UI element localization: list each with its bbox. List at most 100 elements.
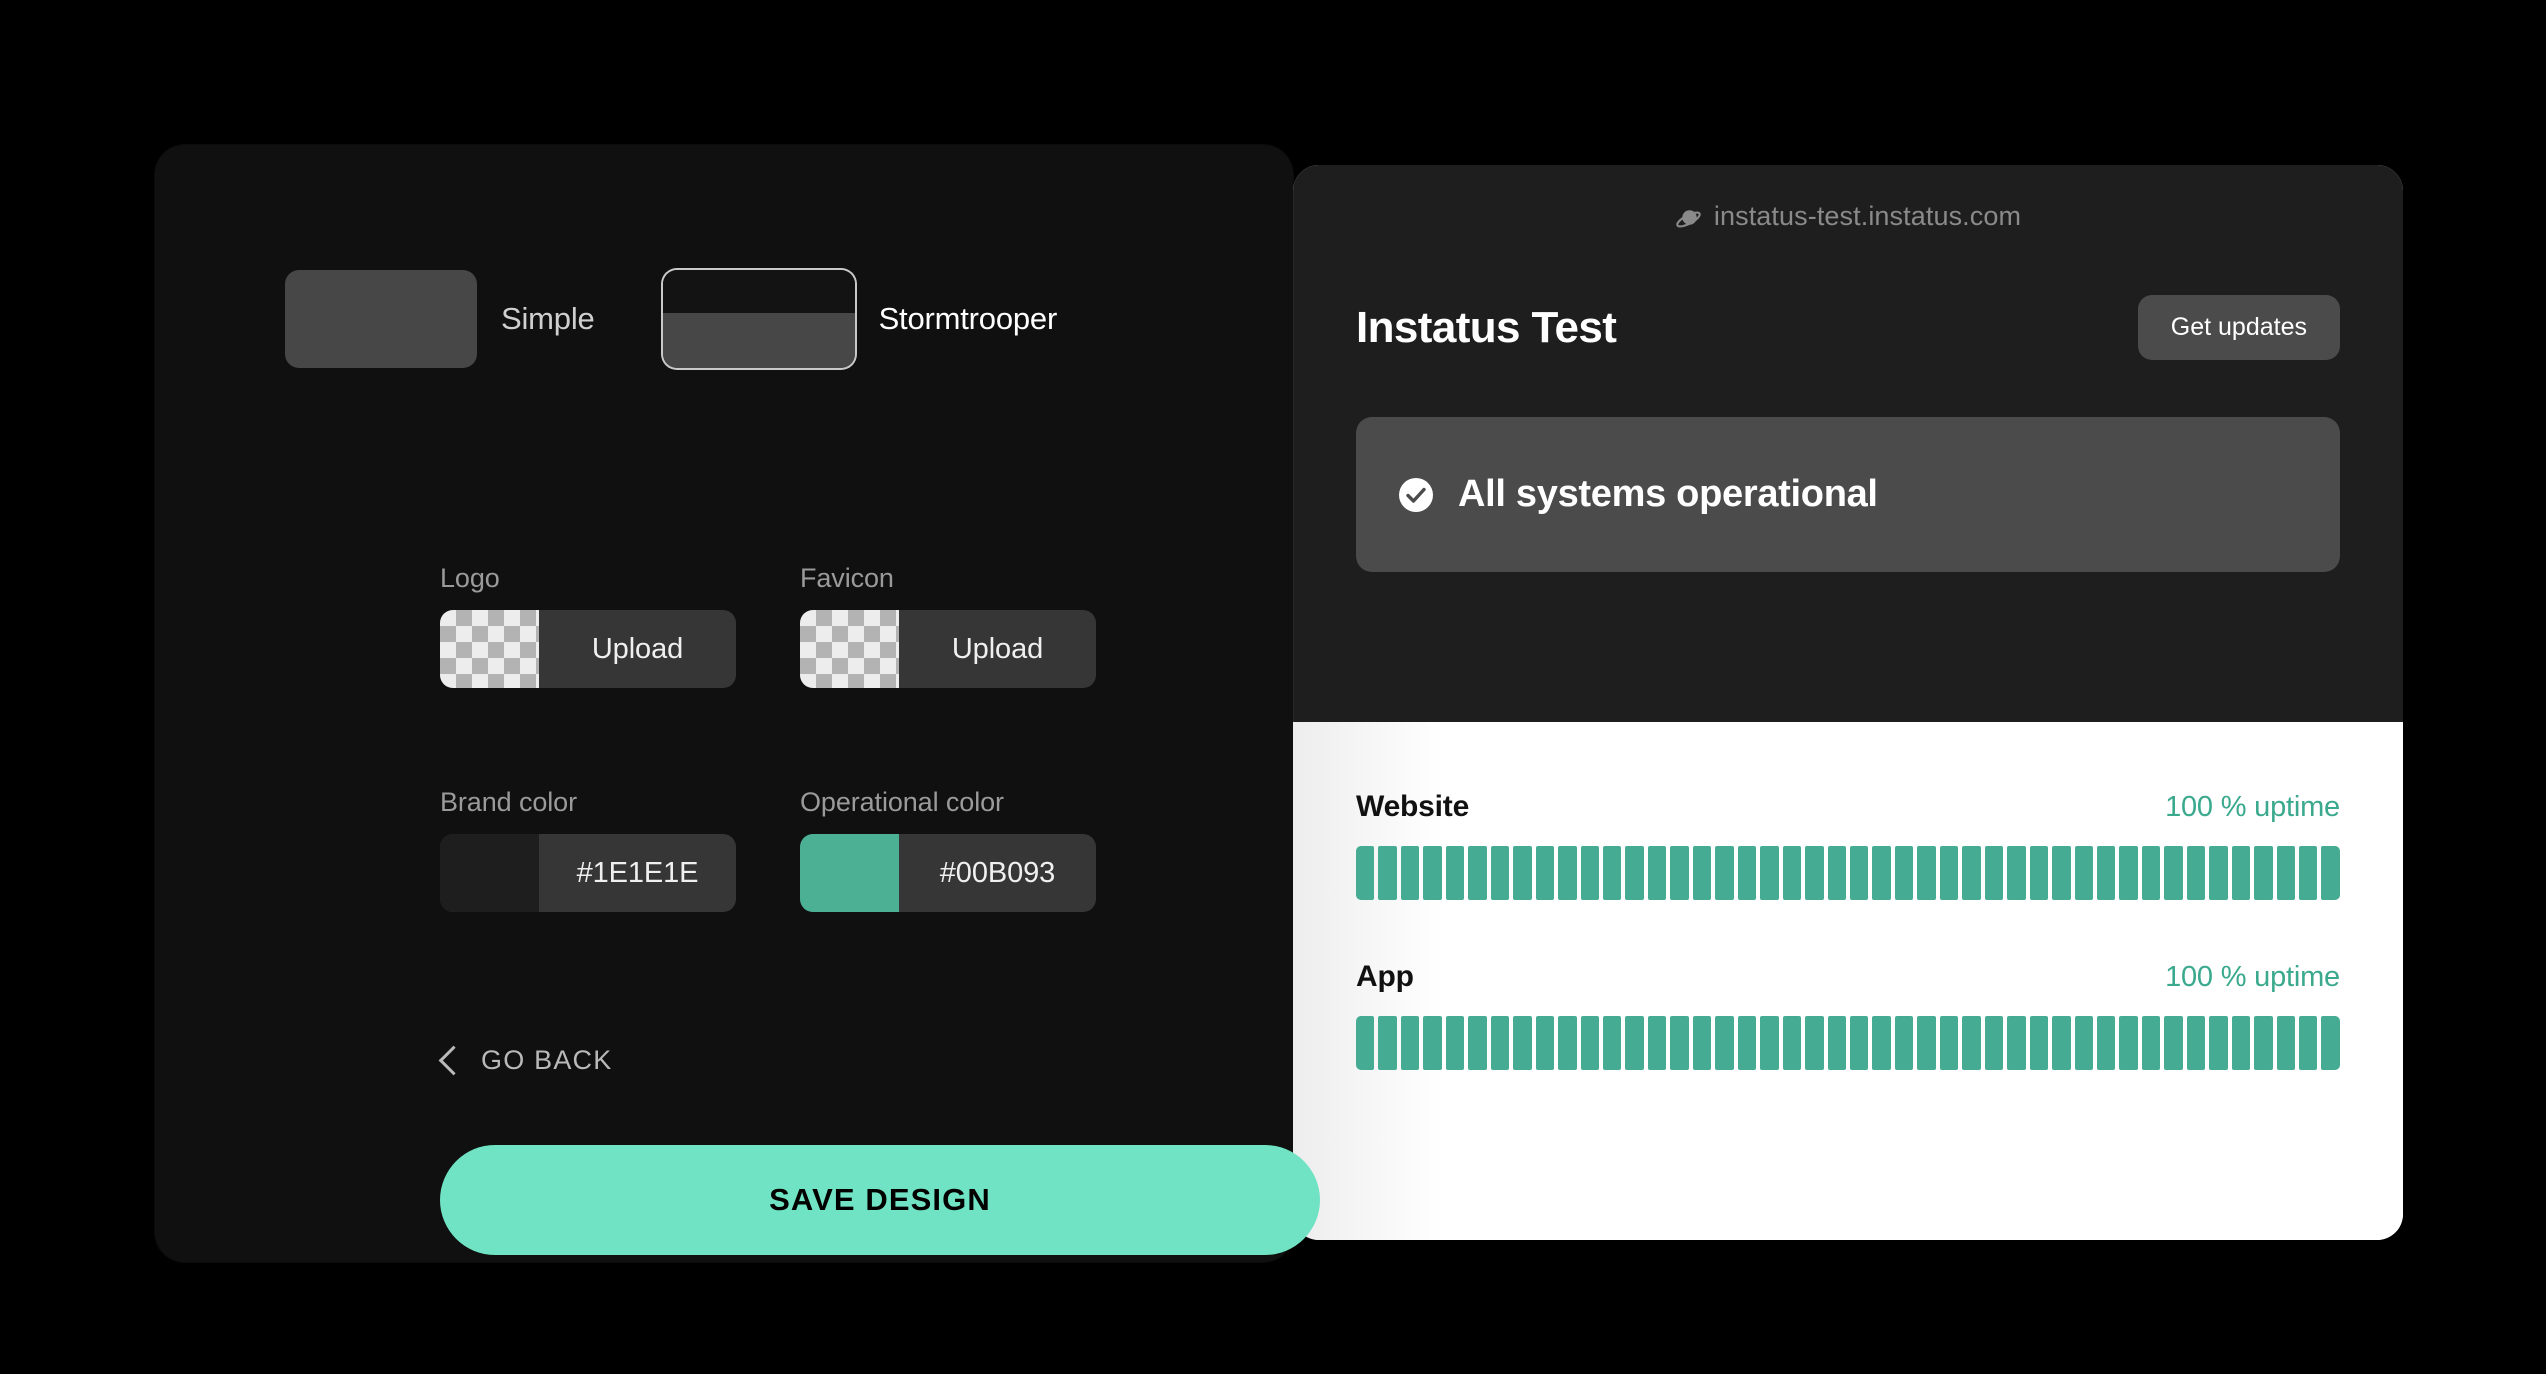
uptime-tick[interactable] <box>2231 1016 2251 1070</box>
uptime-tick[interactable] <box>1984 1016 2004 1070</box>
uptime-tick[interactable] <box>2052 846 2071 900</box>
uptime-tick[interactable] <box>1558 846 1577 900</box>
uptime-tick[interactable] <box>1692 1016 1712 1070</box>
uptime-tick[interactable] <box>1445 1016 1465 1070</box>
uptime-tick[interactable] <box>2074 1016 2093 1070</box>
uptime-tick[interactable] <box>1782 1016 1802 1070</box>
uptime-tick[interactable] <box>1760 1016 1779 1070</box>
uptime-tick[interactable] <box>2119 846 2138 900</box>
uptime-tick[interactable] <box>2029 1016 2049 1070</box>
uptime-tick[interactable] <box>1445 846 1465 900</box>
uptime-tick[interactable] <box>1558 1016 1577 1070</box>
uptime-tick[interactable] <box>1917 1016 1936 1070</box>
uptime-tick[interactable] <box>2299 846 2318 900</box>
logo-upload-button[interactable]: Upload <box>440 610 736 688</box>
uptime-bar-chart[interactable] <box>1356 846 2340 900</box>
uptime-tick[interactable] <box>1356 846 1375 900</box>
uptime-tick[interactable] <box>2231 846 2251 900</box>
uptime-tick[interactable] <box>2321 1016 2340 1070</box>
uptime-tick[interactable] <box>1625 846 1644 900</box>
uptime-tick[interactable] <box>2007 1016 2026 1070</box>
uptime-tick[interactable] <box>1535 1016 1555 1070</box>
uptime-tick[interactable] <box>1827 1016 1846 1070</box>
uptime-tick[interactable] <box>2299 1016 2318 1070</box>
uptime-tick[interactable] <box>2254 1016 2273 1070</box>
uptime-tick[interactable] <box>1647 1016 1667 1070</box>
uptime-tick[interactable] <box>1400 846 1420 900</box>
uptime-tick[interactable] <box>1670 1016 1689 1070</box>
uptime-tick[interactable] <box>1625 1016 1644 1070</box>
brand-color-input[interactable]: #1E1E1E <box>440 834 736 912</box>
uptime-tick[interactable] <box>1849 1016 1869 1070</box>
uptime-tick[interactable] <box>1468 846 1487 900</box>
uptime-tick[interactable] <box>1894 1016 1914 1070</box>
uptime-tick[interactable] <box>1760 846 1779 900</box>
uptime-tick[interactable] <box>2052 1016 2071 1070</box>
uptime-bar-chart[interactable] <box>1356 1016 2340 1070</box>
uptime-tick[interactable] <box>2276 846 2296 900</box>
uptime-tick[interactable] <box>2321 846 2340 900</box>
uptime-tick[interactable] <box>2074 846 2093 900</box>
uptime-tick[interactable] <box>1939 846 1959 900</box>
uptime-tick[interactable] <box>1490 1016 1510 1070</box>
uptime-tick[interactable] <box>2007 846 2026 900</box>
uptime-tick[interactable] <box>2096 846 2116 900</box>
uptime-tick[interactable] <box>2186 846 2206 900</box>
uptime-tick[interactable] <box>1849 846 1869 900</box>
operational-color-swatch[interactable] <box>800 834 899 912</box>
uptime-tick[interactable] <box>1805 846 1824 900</box>
uptime-tick[interactable] <box>1468 1016 1487 1070</box>
uptime-tick[interactable] <box>1894 846 1914 900</box>
uptime-tick[interactable] <box>1602 1016 1622 1070</box>
uptime-tick[interactable] <box>2209 846 2228 900</box>
uptime-tick[interactable] <box>2141 1016 2161 1070</box>
brand-color-swatch[interactable] <box>440 834 539 912</box>
theme-option-stormtrooper[interactable]: Stormtrooper <box>662 270 1057 368</box>
uptime-tick[interactable] <box>2029 846 2049 900</box>
uptime-tick[interactable] <box>1737 1016 1757 1070</box>
get-updates-button[interactable]: Get updates <box>2137 295 2340 360</box>
uptime-tick[interactable] <box>1984 846 2004 900</box>
uptime-tick[interactable] <box>1962 1016 1981 1070</box>
brand-color-value[interactable]: #1E1E1E <box>539 834 736 912</box>
uptime-tick[interactable] <box>2119 1016 2138 1070</box>
uptime-tick[interactable] <box>1805 1016 1824 1070</box>
uptime-tick[interactable] <box>1580 846 1599 900</box>
uptime-tick[interactable] <box>1378 846 1397 900</box>
go-back-link[interactable]: GO BACK <box>438 1045 612 1076</box>
uptime-tick[interactable] <box>1423 1016 1442 1070</box>
uptime-tick[interactable] <box>2186 1016 2206 1070</box>
uptime-tick[interactable] <box>2141 846 2161 900</box>
uptime-tick[interactable] <box>2164 1016 2183 1070</box>
uptime-tick[interactable] <box>2096 1016 2116 1070</box>
uptime-tick[interactable] <box>1400 1016 1420 1070</box>
uptime-tick[interactable] <box>1962 846 1981 900</box>
theme-option-simple[interactable]: Simple <box>285 270 595 368</box>
uptime-tick[interactable] <box>2164 846 2183 900</box>
uptime-tick[interactable] <box>1670 846 1689 900</box>
uptime-tick[interactable] <box>1939 1016 1959 1070</box>
uptime-tick[interactable] <box>1490 846 1510 900</box>
uptime-tick[interactable] <box>1872 1016 1891 1070</box>
uptime-tick[interactable] <box>1782 846 1802 900</box>
uptime-tick[interactable] <box>2254 846 2273 900</box>
uptime-tick[interactable] <box>1513 1016 1532 1070</box>
uptime-tick[interactable] <box>1513 846 1532 900</box>
operational-color-value[interactable]: #00B093 <box>899 834 1096 912</box>
save-design-button[interactable]: SAVE DESIGN <box>440 1145 1320 1255</box>
uptime-tick[interactable] <box>2209 1016 2228 1070</box>
uptime-tick[interactable] <box>1535 846 1555 900</box>
uptime-tick[interactable] <box>1602 846 1622 900</box>
uptime-tick[interactable] <box>1872 846 1891 900</box>
uptime-tick[interactable] <box>1737 846 1757 900</box>
uptime-tick[interactable] <box>2276 1016 2296 1070</box>
uptime-tick[interactable] <box>1423 846 1442 900</box>
uptime-tick[interactable] <box>1715 846 1734 900</box>
uptime-tick[interactable] <box>1692 846 1712 900</box>
uptime-tick[interactable] <box>1378 1016 1397 1070</box>
uptime-tick[interactable] <box>1827 846 1846 900</box>
operational-color-input[interactable]: #00B093 <box>800 834 1096 912</box>
uptime-tick[interactable] <box>1580 1016 1599 1070</box>
uptime-tick[interactable] <box>1917 846 1936 900</box>
uptime-tick[interactable] <box>1715 1016 1734 1070</box>
